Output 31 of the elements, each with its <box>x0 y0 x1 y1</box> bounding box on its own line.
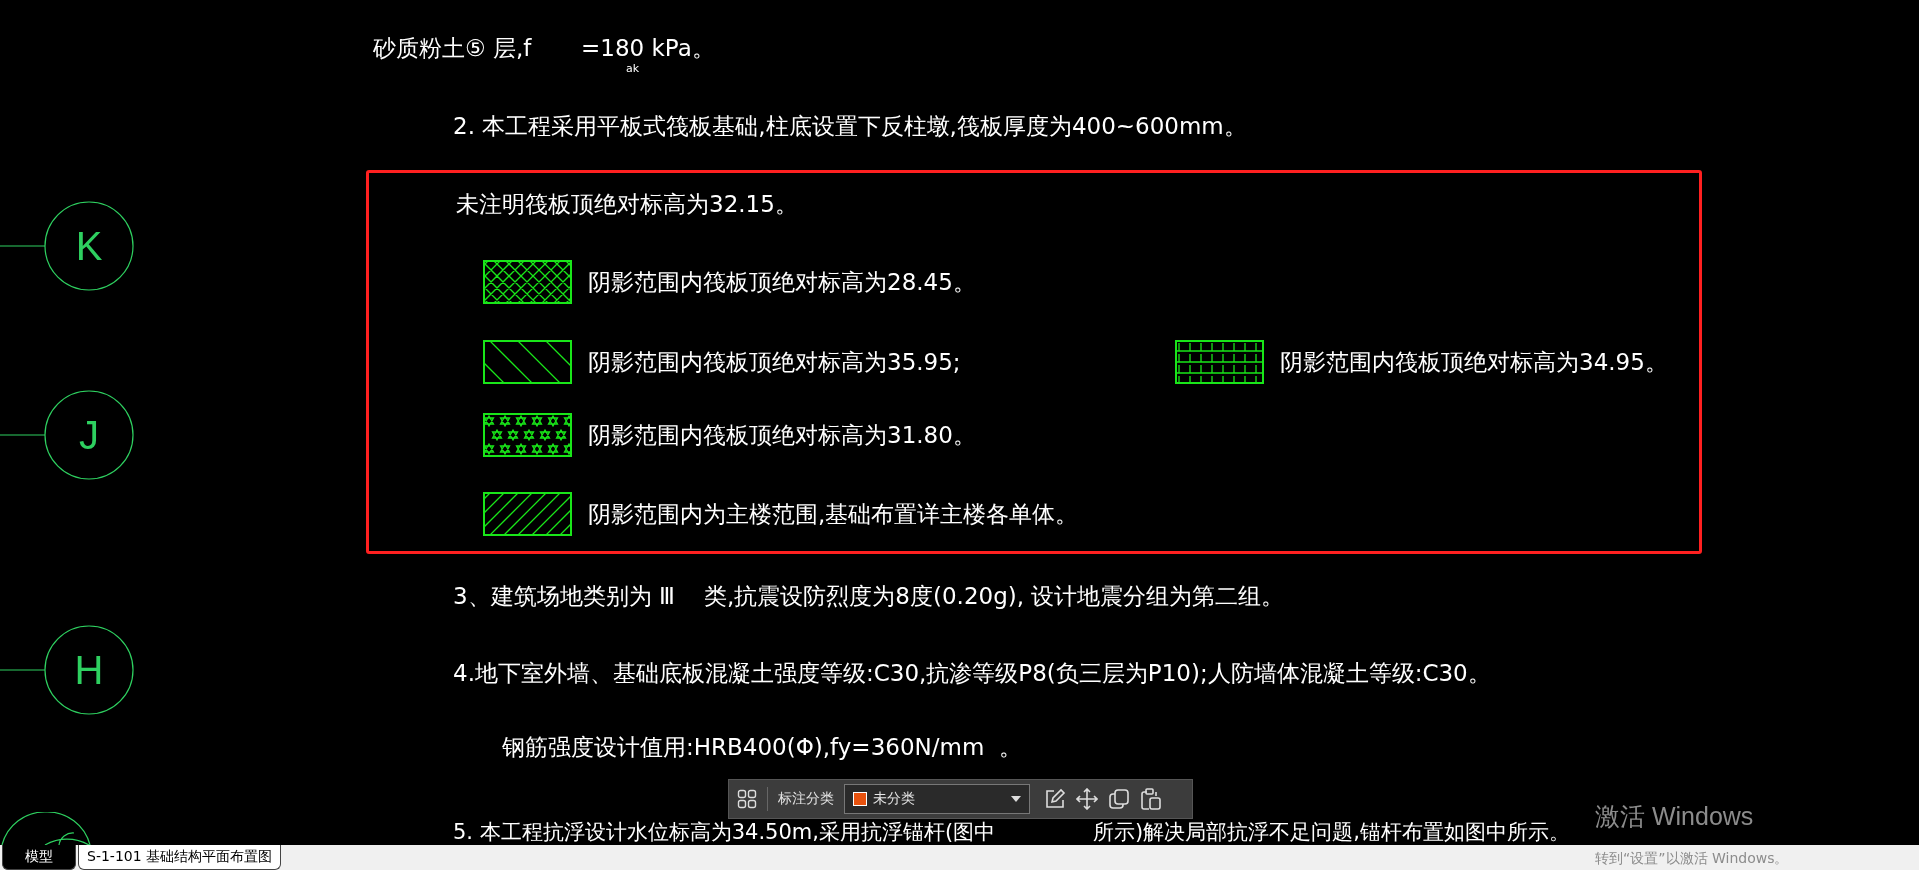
note-text: 砂质粉土⑤ 层,f <box>373 34 532 62</box>
grid-label: J <box>78 413 100 457</box>
note-text: 钢筋强度设计值用:HRB400(Φ),fy=360N/mm 。 <box>502 733 1022 761</box>
note-text: 所示)解决局部抗浮不足问题,锚杆布置如图中所示。 <box>1093 820 1570 845</box>
caret-icon <box>1011 796 1021 802</box>
activation-title: 激活 Windows <box>1595 801 1754 832</box>
legend-text: 阴影范围内筏板顶绝对标高为28.45。 <box>588 268 976 296</box>
legend-text: 阴影范围内为主楼范围,基础布置详主楼各单体。 <box>588 500 1079 528</box>
note-text: 3、建筑场地类别为 Ⅲ 类,抗震设防烈度为8度(0.20g), 设计地震分组为第二组。 <box>453 582 1285 610</box>
grid-icon[interactable] <box>737 789 757 809</box>
legend-text: 阴影范围内筏板顶绝对标高为34.95。 <box>1280 348 1668 376</box>
note-text: 5. 本工程抗浮设计水位标高为34.50m,采用抗浮锚杆(图中 <box>453 820 996 845</box>
copy-icon[interactable] <box>1108 788 1130 810</box>
note-text: ak <box>626 63 640 75</box>
legend-text: 阴影范围内筏板顶绝对标高为35.95; <box>588 348 961 376</box>
note-text: 4.地下室外墙、基础底板混凝土强度等级:C30,抗渗等级P8(负三层为P10);人防墙体混凝土等级:C30。 <box>453 659 1491 687</box>
layout-tab[interactable]: S-1-101 基础结构平面布置图 <box>78 845 282 870</box>
grid-label: H <box>73 648 105 692</box>
legend-text: 阴影范围内筏板顶绝对标高为31.80。 <box>588 421 976 449</box>
layout-tab[interactable]: 模型 <box>2 845 76 870</box>
activation-hint: 转到“设置”以激活 Windows。 <box>1595 850 1789 868</box>
edit-icon[interactable] <box>1044 788 1066 810</box>
note-text: =180 kPa。 <box>581 34 715 62</box>
category-label: 标注分类 <box>778 790 834 808</box>
move-icon[interactable] <box>1076 788 1098 810</box>
category-value: 未分类 <box>873 790 916 808</box>
note-text: 2. 本工程采用平板式筏板基础,柱底设置下反柱墩,筏板厚度为400~600mm。 <box>453 112 1247 140</box>
paste-icon[interactable] <box>1140 788 1162 810</box>
category-dropdown[interactable]: 未分类 <box>844 784 1030 814</box>
grid-label: K <box>74 224 104 268</box>
note-text: 未注明筏板顶绝对标高为32.15。 <box>456 190 798 218</box>
